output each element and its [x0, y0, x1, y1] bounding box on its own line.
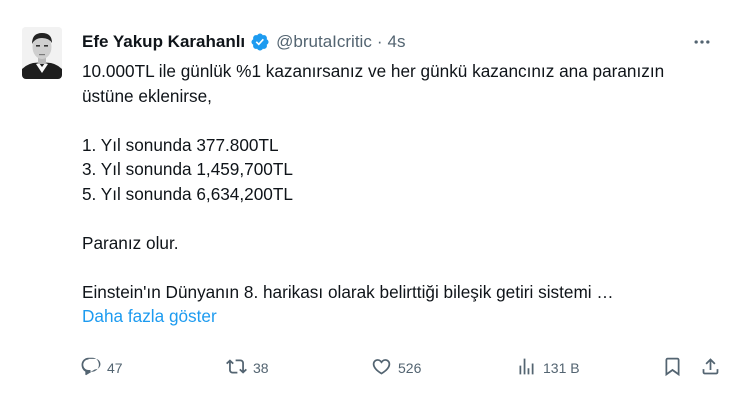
- action-bar: 47 38 526 131 B: [80, 356, 720, 380]
- share-icon: [700, 356, 721, 380]
- tweet-timestamp[interactable]: 4s: [388, 32, 406, 52]
- bookmark-button[interactable]: [662, 356, 683, 380]
- views-count: 131 B: [543, 360, 580, 376]
- tweet-header: Efe Yakup Karahanlı @brutaIcritic · 4s: [82, 30, 405, 54]
- tweet-text-intro: 10.000TL ile günlük %1 kazanırsanız ve h…: [82, 61, 665, 106]
- reply-button[interactable]: 47: [80, 356, 123, 380]
- tweet-text-year5: 5. Yıl sonunda 6,634,200TL: [82, 183, 293, 204]
- analytics-icon: [516, 356, 537, 380]
- author-name[interactable]: Efe Yakup Karahanlı: [82, 32, 245, 52]
- tweet-text: 10.000TL ile günlük %1 kazanırsanız ve h…: [82, 59, 712, 329]
- more-options-icon[interactable]: [688, 32, 716, 52]
- repost-count: 38: [253, 360, 269, 376]
- like-button[interactable]: 526: [371, 356, 421, 380]
- bookmark-icon: [662, 356, 683, 380]
- author-handle[interactable]: @brutaIcritic: [276, 32, 372, 52]
- avatar[interactable]: [22, 27, 62, 79]
- repost-button[interactable]: 38: [226, 356, 269, 380]
- tweet[interactable]: Efe Yakup Karahanlı @brutaIcritic · 4s 1…: [0, 0, 730, 420]
- reply-count: 47: [107, 360, 123, 376]
- views-button[interactable]: 131 B: [516, 356, 580, 380]
- reply-icon: [80, 356, 101, 380]
- repost-icon: [226, 356, 247, 380]
- tweet-text-year3: 3. Yıl sonunda 1,459,700TL: [82, 159, 293, 179]
- separator-dot: ·: [376, 32, 383, 51]
- heart-icon: [371, 356, 392, 380]
- tweet-text-year1: 1. Yıl sonunda 377.800TL: [82, 134, 279, 155]
- share-button[interactable]: [700, 356, 721, 380]
- show-more-link[interactable]: Daha fazla göster: [82, 306, 217, 326]
- like-count: 526: [398, 360, 422, 376]
- verified-badge-icon: [250, 32, 270, 52]
- tweet-text-einstein: Einstein'ın Dünyanın 8. harikası olarak …: [82, 281, 614, 302]
- tweet-text-outcome: Paranız olur.: [82, 232, 179, 253]
